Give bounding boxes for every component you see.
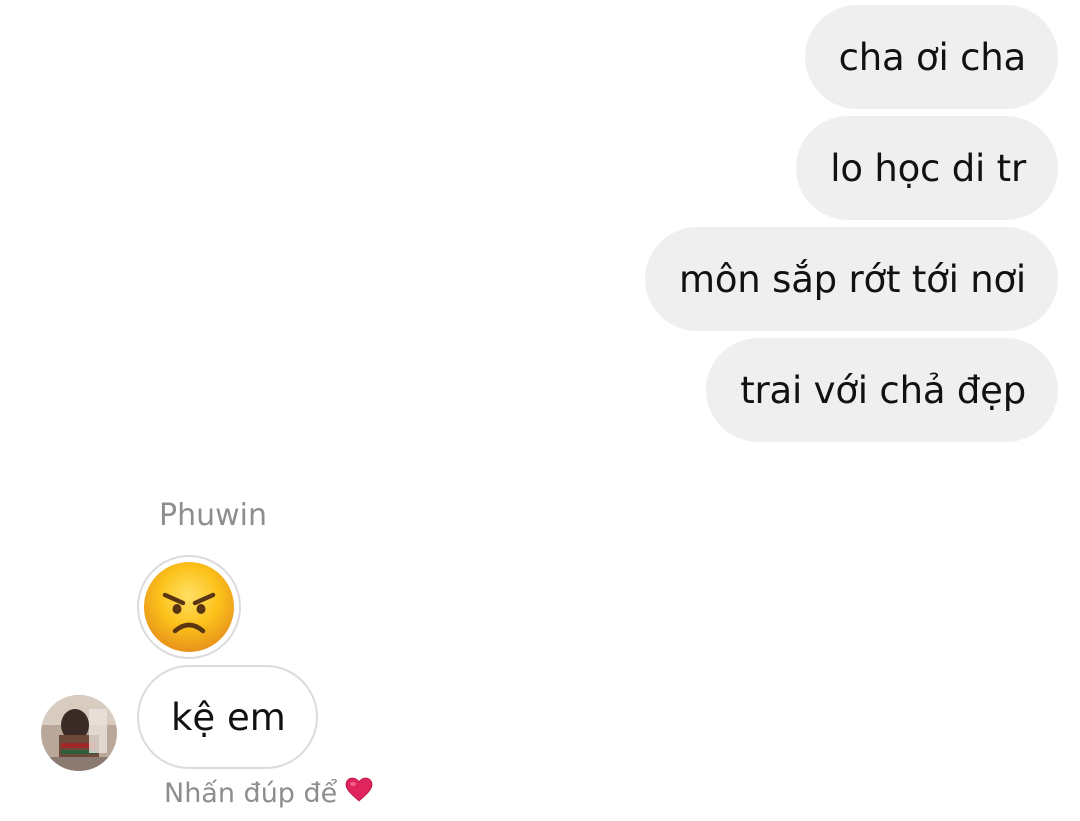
outgoing-message-bubble[interactable]: cha ơi cha xyxy=(804,5,1058,109)
message-text: trai với chả đẹp xyxy=(740,368,1026,412)
outgoing-message-bubble[interactable]: trai với chả đẹp xyxy=(706,338,1058,442)
sender-name: Phuwin xyxy=(159,498,268,533)
avatar[interactable] xyxy=(41,695,117,771)
message-text: kệ em xyxy=(171,695,286,739)
outgoing-message-bubble[interactable]: lo học di tr xyxy=(796,116,1058,220)
message-text: môn sắp rớt tới nơi xyxy=(679,257,1026,301)
chat-thread: cha ơi cha lo học di tr môn sắp rớt tới … xyxy=(0,0,1080,821)
red-heart-icon xyxy=(345,777,373,810)
double-tap-hint: Nhấn đúp để xyxy=(164,777,373,810)
hint-text: Nhấn đúp để xyxy=(164,778,338,809)
profile-photo xyxy=(41,695,117,771)
incoming-message-bubble[interactable]: kệ em xyxy=(137,665,318,769)
incoming-emoji-bubble[interactable] xyxy=(137,555,241,659)
angry-face-emoji-icon xyxy=(144,562,234,652)
message-text: lo học di tr xyxy=(830,146,1026,190)
outgoing-message-bubble[interactable]: môn sắp rớt tới nơi xyxy=(645,227,1058,331)
message-text: cha ơi cha xyxy=(838,35,1027,79)
